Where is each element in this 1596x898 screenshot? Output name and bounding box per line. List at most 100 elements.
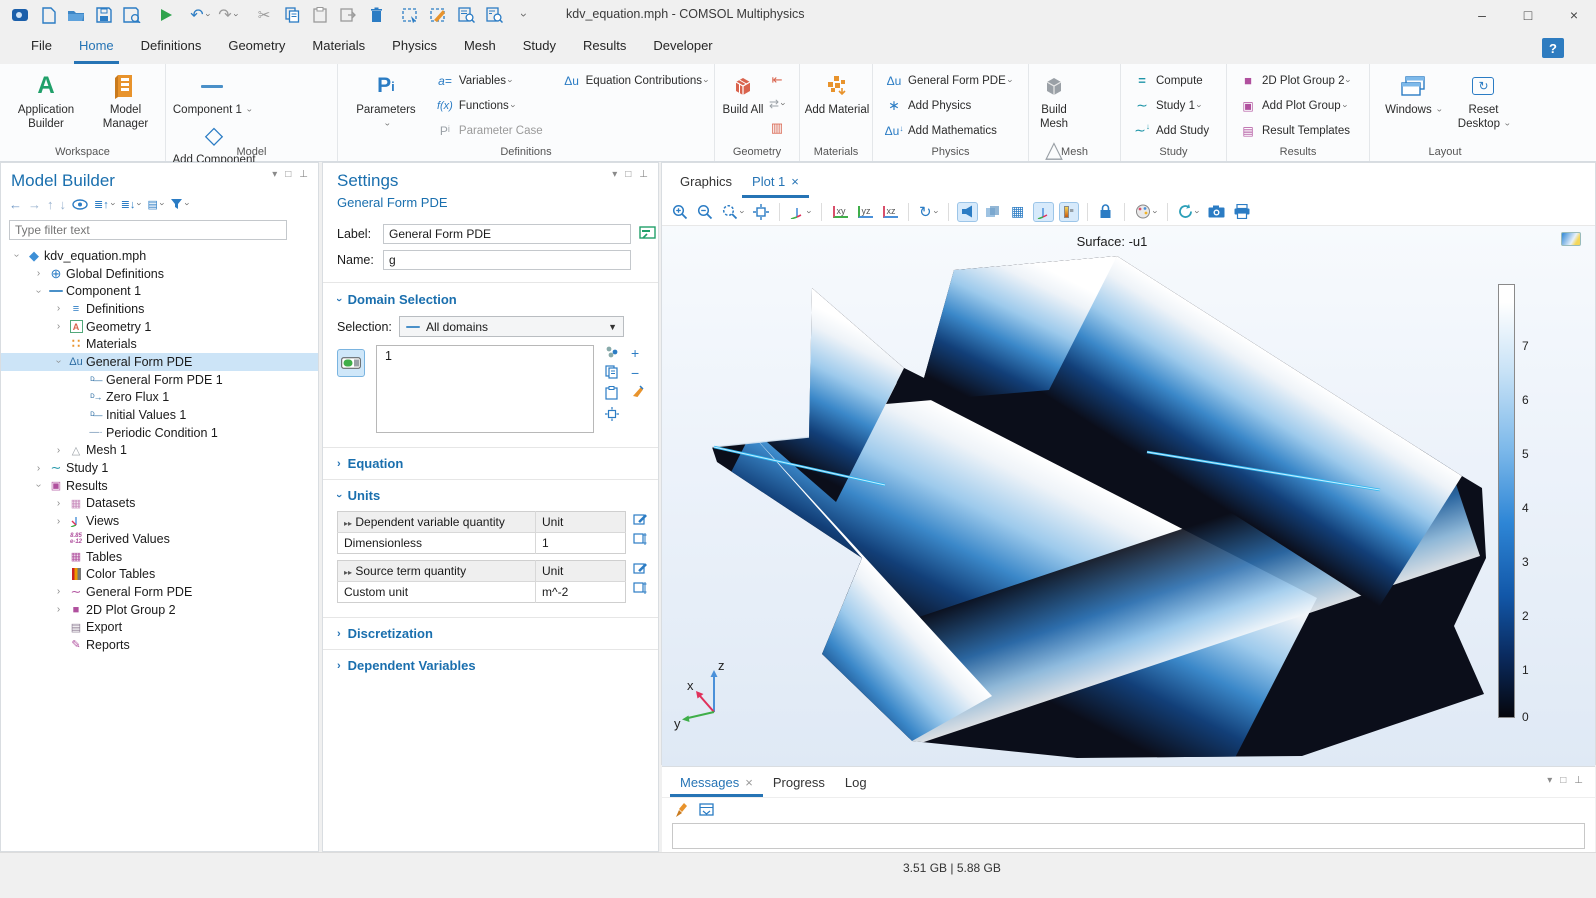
menu-file[interactable]: File	[26, 32, 57, 64]
transparency-icon[interactable]	[983, 202, 1003, 222]
axis-indicator-icon[interactable]	[1033, 202, 1054, 222]
select-box-button[interactable]	[396, 3, 424, 27]
model-manager-button[interactable]: Model Manager	[89, 68, 161, 132]
tree-row[interactable]: ∷Materials	[1, 335, 318, 353]
tree-row[interactable]: ›△Mesh 1	[1, 442, 318, 460]
panel-pin-icon[interactable]: ⊥	[299, 169, 308, 180]
find-button[interactable]	[452, 3, 480, 27]
zoom-box-icon[interactable]: ›	[720, 202, 746, 222]
plot-group-2-button[interactable]: ■2D Plot Group 2›	[1231, 68, 1356, 93]
tree-row-selected[interactable]: ›ΔuGeneral Form PDE	[1, 353, 318, 371]
menu-results[interactable]: Results	[578, 32, 631, 64]
tree-row[interactable]: ›≡Definitions	[1, 300, 318, 318]
tree-row[interactable]: Color Tables	[1, 565, 318, 583]
general-form-pde-button[interactable]: ΔuGeneral Form PDE›	[877, 68, 1018, 93]
save-button[interactable]	[90, 3, 118, 27]
minimize-button[interactable]: –	[1460, 0, 1504, 30]
clear-messages-icon[interactable]	[670, 803, 694, 817]
add-study-button[interactable]: ∼↓Add Study	[1125, 118, 1215, 143]
quantity-cell[interactable]: Dimensionless	[338, 533, 536, 554]
discretization-section[interactable]: ›Discretization	[323, 618, 658, 649]
functions-button[interactable]: f(x)Functions›	[428, 93, 549, 118]
panel-float-icon[interactable]: □	[1560, 775, 1566, 786]
add-plot-group-button[interactable]: ▣Add Plot Group›	[1231, 93, 1356, 118]
tree-row[interactable]: ᴰ—General Form PDE 1	[1, 371, 318, 389]
menu-definitions[interactable]: Definitions	[136, 32, 207, 64]
clear-selection-icon[interactable]	[631, 385, 644, 401]
add-material-button[interactable]: Add Material	[804, 68, 870, 118]
messages-tab-close-icon[interactable]: ×	[745, 775, 753, 790]
compute-button[interactable]: =Compute	[1125, 68, 1215, 93]
filter-funnel-icon[interactable]: ›	[170, 198, 189, 210]
color-legend-icon[interactable]: ≡	[1059, 202, 1079, 222]
menu-developer[interactable]: Developer	[648, 32, 717, 64]
unit-list-icon[interactable]	[633, 533, 648, 548]
panel-menu-icon[interactable]: ▾	[272, 169, 277, 180]
edit-quantity-icon[interactable]	[633, 513, 648, 529]
dependent-variables-section[interactable]: ›Dependent Variables	[323, 650, 658, 681]
help-button[interactable]: ?	[1542, 38, 1564, 58]
update-geometry-icon[interactable]: ⇄›	[767, 94, 787, 114]
image-snapshot-icon[interactable]	[1206, 202, 1227, 222]
domain-selection-list[interactable]: 1	[376, 345, 594, 433]
tree-row[interactable]: ᴰ—Initial Values 1	[1, 406, 318, 424]
scene-appearance-icon[interactable]: ›	[1133, 202, 1159, 222]
toolbar-overflow-button[interactable]: ›	[508, 3, 536, 27]
remove-from-selection-icon[interactable]: −	[631, 365, 644, 381]
insert-sequence-icon[interactable]: ⇤	[767, 70, 787, 90]
scene-light-icon[interactable]	[957, 202, 978, 222]
copy-selection-icon[interactable]	[605, 365, 620, 382]
panel-float-icon[interactable]: □	[625, 169, 631, 180]
zoom-to-selection-icon[interactable]	[605, 407, 620, 424]
edit-quantity-icon[interactable]	[633, 562, 648, 578]
maximize-button[interactable]: □	[1506, 0, 1550, 30]
panel-pin-icon[interactable]: ⊥	[639, 169, 648, 180]
tree-row[interactable]: ›Component 1	[1, 282, 318, 300]
tree-filter-input[interactable]	[9, 220, 287, 240]
view-xy-icon[interactable]: xy	[830, 202, 850, 222]
panel-float-icon[interactable]: □	[285, 169, 291, 180]
paste-selection-icon[interactable]	[605, 386, 620, 403]
tree-row[interactable]: ›■2D Plot Group 2	[1, 601, 318, 619]
find-in-model-button[interactable]	[480, 3, 508, 27]
active-toggle-button[interactable]	[337, 349, 365, 377]
unit-cell[interactable]: 1	[536, 533, 626, 554]
selection-dropdown[interactable]: All domains ▼	[399, 316, 624, 337]
zoom-out-icon[interactable]	[695, 202, 715, 222]
collapse-all-icon[interactable]: ≣↑›	[94, 198, 115, 211]
update-plot-icon[interactable]: ›	[1176, 202, 1201, 222]
domain-selection-section[interactable]: ›Domain Selection	[323, 283, 658, 307]
menu-home[interactable]: Home	[74, 32, 119, 64]
plot-tab-close-icon[interactable]: ×	[791, 174, 799, 189]
menu-materials[interactable]: Materials	[307, 32, 370, 64]
create-selection-icon[interactable]	[605, 345, 620, 361]
result-templates-button[interactable]: ▤Result Templates	[1231, 118, 1356, 143]
open-button[interactable]	[62, 3, 90, 27]
print-icon[interactable]	[1232, 202, 1252, 222]
lock-icon[interactable]	[1096, 202, 1116, 222]
cut-button[interactable]: ✂	[250, 3, 278, 27]
menu-mesh[interactable]: Mesh	[459, 32, 501, 64]
view-yz-icon[interactable]: yz	[855, 202, 875, 222]
menu-physics[interactable]: Physics	[387, 32, 442, 64]
add-mathematics-button[interactable]: Δu↓Add Mathematics	[877, 118, 1018, 143]
save-as-button[interactable]	[118, 3, 146, 27]
tab-log[interactable]: Log	[835, 767, 877, 797]
plot-area[interactable]: Surface: -u1	[662, 226, 1595, 766]
grid-icon[interactable]: ▦	[1008, 202, 1028, 222]
domain-list-item[interactable]: 1	[385, 349, 392, 363]
run-button[interactable]	[152, 3, 180, 27]
show-eye-icon[interactable]	[72, 199, 88, 210]
menu-geometry[interactable]: Geometry	[223, 32, 290, 64]
new-file-button[interactable]	[34, 3, 62, 27]
zoom-extents-icon[interactable]	[751, 202, 771, 222]
application-builder-button[interactable]: A Application Builder	[10, 68, 82, 132]
tree-row[interactable]: ›AGeometry 1	[1, 318, 318, 336]
tree-row[interactable]: —·Periodic Condition 1	[1, 424, 318, 442]
panel-menu-icon[interactable]: ▾	[1547, 775, 1552, 786]
unit-input-cell[interactable]: m^-2	[536, 582, 626, 603]
tree-row[interactable]: ›▣Results	[1, 477, 318, 495]
windows-button[interactable]: Windows ›	[1382, 68, 1444, 118]
panel-pin-icon[interactable]: ⊥	[1574, 775, 1583, 786]
label-input[interactable]	[383, 224, 631, 244]
